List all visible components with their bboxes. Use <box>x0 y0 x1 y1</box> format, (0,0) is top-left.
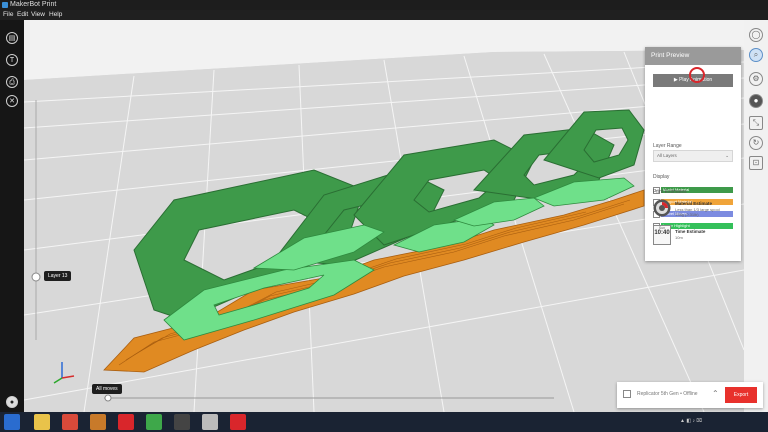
layer-range-select[interactable]: All Layers ⌄ <box>653 150 733 162</box>
title-bar: MakerBot Print <box>0 0 768 10</box>
menu-edit[interactable]: Edit <box>17 10 28 20</box>
window-title: MakerBot Print <box>10 1 57 8</box>
layer-indicator: Layer 13 <box>44 271 72 281</box>
app-icon-5[interactable] <box>202 414 218 430</box>
clock-icon: Sun 10:40 <box>653 225 671 245</box>
layers-icon[interactable]: ▤ <box>6 32 18 44</box>
app-icon-3[interactable] <box>146 414 162 430</box>
preview-icon[interactable]: ⌕ <box>749 48 763 62</box>
time-estimate-detail: 10m <box>675 235 683 240</box>
material-estimate-weight: 138g (0.31lb) <box>675 212 699 217</box>
app-icon-1[interactable] <box>90 414 106 430</box>
layer-range-label: Layer Range <box>653 143 682 149</box>
print-estimates: Print Estimates Material Estimate Less t… <box>645 189 741 261</box>
panel-title: Print Preview <box>645 47 741 65</box>
text-icon[interactable]: T <box>6 54 18 66</box>
view-icon[interactable]: ◯ <box>749 28 763 42</box>
record-icon[interactable]: ● <box>749 94 763 108</box>
app-icon-2[interactable] <box>118 414 134 430</box>
print-estimates-label: Print Estimates <box>653 189 687 195</box>
system-tray: ▲ ◧ ♪ ⌧ <box>680 418 703 424</box>
layer-slider-handle[interactable] <box>31 272 41 282</box>
account-icon[interactable]: ● <box>6 396 18 408</box>
material-estimate-title: Material Estimate <box>675 201 713 206</box>
left-toolbar: ▤ T ⎙ ✕ ● <box>0 20 24 412</box>
printer-name[interactable]: Replicator 5th Gen • Offline <box>637 391 698 397</box>
chrome-icon[interactable] <box>62 414 78 430</box>
menu-view[interactable]: View <box>31 10 45 20</box>
printer-icon <box>623 390 631 398</box>
file-explorer-icon[interactable] <box>34 414 50 430</box>
print-preview-viewport[interactable] <box>24 20 744 412</box>
menu-file[interactable]: File <box>3 10 13 20</box>
app-icon <box>2 2 8 8</box>
cursor-highlight-ring <box>689 67 705 83</box>
right-toolbar: ◯ ⌕ ⚙ ● ⤡ ↻ ⊡ <box>744 20 768 412</box>
menu-help[interactable]: Help <box>49 10 62 20</box>
rotate-icon[interactable]: ↻ <box>749 136 763 150</box>
time-estimate-title: Time Estimate <box>675 229 706 234</box>
printer-bar: Replicator 5th Gen • Offline ⌃ Export <box>617 382 763 408</box>
close-icon[interactable]: ✕ <box>6 95 18 107</box>
display-label: Display <box>653 174 670 180</box>
os-taskbar: ▲ ◧ ♪ ⌧ <box>0 412 768 432</box>
layer-range-value: All Layers <box>657 153 677 158</box>
moves-indicator: All moves <box>92 384 122 394</box>
time-value: 10:40 <box>654 230 670 236</box>
build-plate-scene <box>24 20 744 412</box>
settings-icon[interactable]: ⚙ <box>749 72 763 86</box>
chevron-down-icon: ⌄ <box>725 153 729 158</box>
menu-bar: File Edit View Help <box>0 10 768 20</box>
move-icon[interactable]: ⤡ <box>749 116 763 130</box>
makerbot-icon[interactable] <box>230 414 246 430</box>
scale-icon[interactable]: ⊡ <box>749 156 763 170</box>
chevron-up-icon[interactable]: ⌃ <box>712 389 719 398</box>
print-icon[interactable]: ⎙ <box>6 76 18 88</box>
app-icon-4[interactable] <box>174 414 190 430</box>
start-icon[interactable] <box>4 414 20 430</box>
export-button[interactable]: Export <box>725 387 757 403</box>
moves-slider-handle[interactable] <box>104 394 112 402</box>
spool-icon <box>653 199 671 217</box>
